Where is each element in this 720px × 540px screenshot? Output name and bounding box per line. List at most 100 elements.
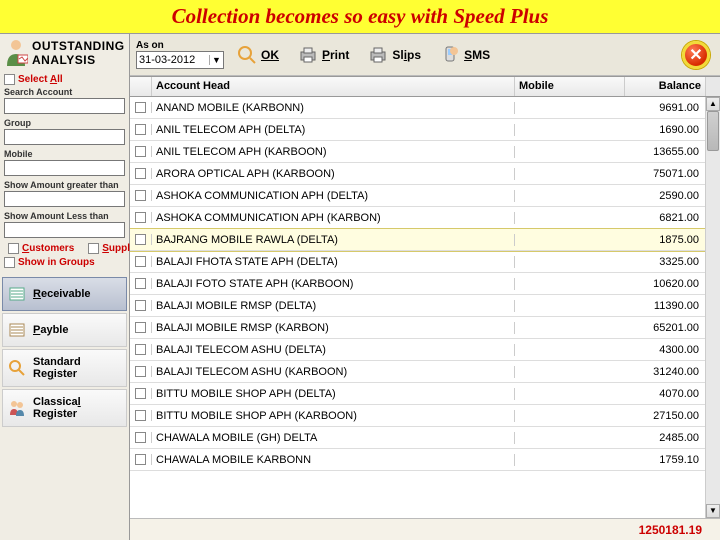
row-check-cell[interactable]	[130, 366, 152, 377]
table-row[interactable]: ASHOKA COMMUNICATION APH (DELTA)2590.00	[130, 185, 705, 207]
group-input[interactable]	[4, 129, 125, 145]
row-account: ASHOKA COMMUNICATION APH (DELTA)	[152, 190, 515, 202]
row-check-cell[interactable]	[130, 124, 152, 135]
nav-receivable[interactable]: Receivable	[2, 277, 127, 311]
table-row[interactable]: BALAJI FOTO STATE APH (KARBOON)10620.00	[130, 273, 705, 295]
banner-title: Collection becomes so easy with Speed Pl…	[172, 4, 549, 28]
select-all-row[interactable]: Select All	[0, 73, 129, 86]
table-row[interactable]: BALAJI MOBILE RMSP (DELTA)11390.00	[130, 295, 705, 317]
row-check-cell[interactable]	[130, 278, 152, 289]
row-checkbox[interactable]	[135, 212, 146, 223]
col-head-balance[interactable]: Balance	[625, 77, 705, 96]
table-row[interactable]: ANAND MOBILE (KARBONN)9691.00	[130, 97, 705, 119]
col-head-mobile[interactable]: Mobile	[515, 77, 625, 96]
table-row[interactable]: BALAJI FHOTA STATE APH (DELTA)3325.00	[130, 251, 705, 273]
row-check-cell[interactable]	[130, 388, 152, 399]
row-check-cell[interactable]	[130, 300, 152, 311]
col-head-account[interactable]: Account Head	[152, 77, 515, 96]
select-all-checkbox[interactable]	[4, 74, 15, 85]
row-balance: 27150.00	[625, 410, 705, 422]
row-checkbox[interactable]	[135, 454, 146, 465]
row-checkbox[interactable]	[135, 388, 146, 399]
row-checkbox[interactable]	[135, 256, 146, 267]
print-button[interactable]: Print	[291, 42, 355, 68]
suppliers-checkbox[interactable]	[88, 243, 99, 254]
table-row[interactable]: ANIL TELECOM APH (KARBOON)13655.00	[130, 141, 705, 163]
row-check-cell[interactable]	[130, 212, 152, 223]
table-row[interactable]: BAJRANG MOBILE RAWLA (DELTA)1875.00	[130, 229, 705, 251]
grid-footer: 1250181.19	[130, 518, 720, 540]
row-account: BALAJI FHOTA STATE APH (DELTA)	[152, 256, 515, 268]
vertical-scrollbar[interactable]: ▲ ▼	[705, 97, 720, 518]
group-block: Group	[0, 117, 129, 148]
search-account-label: Search Account	[4, 87, 125, 97]
row-account: BALAJI TELECOM ASHU (KARBOON)	[152, 366, 515, 378]
content-area: As on ▼ OK Print Slips SMS	[130, 34, 720, 540]
table-row[interactable]: BALAJI MOBILE RMSP (KARBON)65201.00	[130, 317, 705, 339]
ason-field[interactable]: ▼	[136, 51, 224, 69]
ason-dropdown-icon[interactable]: ▼	[209, 55, 223, 65]
ason-input[interactable]	[137, 52, 209, 68]
row-check-cell[interactable]	[130, 256, 152, 267]
scroll-down-icon[interactable]: ▼	[706, 504, 720, 518]
row-checkbox[interactable]	[135, 432, 146, 443]
row-check-cell[interactable]	[130, 146, 152, 157]
table-row[interactable]: ARORA OPTICAL APH (KARBOON)75071.00	[130, 163, 705, 185]
nav-payable[interactable]: Payble	[2, 313, 127, 347]
row-checkbox[interactable]	[135, 300, 146, 311]
row-check-cell[interactable]	[130, 454, 152, 465]
row-check-cell[interactable]	[130, 410, 152, 421]
row-check-cell[interactable]	[130, 102, 152, 113]
amt-gt-input[interactable]	[4, 191, 125, 207]
table-row[interactable]: CHAWALA MOBILE KARBONN1759.10	[130, 449, 705, 471]
row-checkbox[interactable]	[135, 366, 146, 377]
table-row[interactable]: ANIL TELECOM APH (DELTA)1690.00	[130, 119, 705, 141]
row-check-cell[interactable]	[130, 344, 152, 355]
customers-checkbox[interactable]	[8, 243, 19, 254]
table-row[interactable]: BITTU MOBILE SHOP APH (DELTA)4070.00	[130, 383, 705, 405]
nav-classical-register[interactable]: ClassicalRegister	[2, 389, 127, 427]
scroll-up-icon[interactable]: ▲	[706, 97, 720, 111]
slips-button[interactable]: Slips	[361, 42, 427, 68]
row-checkbox[interactable]	[135, 146, 146, 157]
show-groups-row[interactable]: Show in Groups	[0, 256, 129, 269]
row-checkbox[interactable]	[135, 344, 146, 355]
search-register-icon	[7, 358, 27, 378]
table-row[interactable]: BITTU MOBILE SHOP APH (KARBOON)27150.00	[130, 405, 705, 427]
printer-icon	[297, 44, 319, 66]
row-checkbox[interactable]	[135, 102, 146, 113]
row-checkbox[interactable]	[135, 190, 146, 201]
close-button[interactable]: ✕	[682, 41, 710, 69]
nav-standard-register[interactable]: StandardRegister	[2, 349, 127, 387]
row-checkbox[interactable]	[135, 234, 146, 245]
row-check-cell[interactable]	[130, 234, 152, 245]
table-row[interactable]: BALAJI TELECOM ASHU (DELTA)4300.00	[130, 339, 705, 361]
show-groups-checkbox[interactable]	[4, 257, 15, 268]
row-checkbox[interactable]	[135, 410, 146, 421]
table-row[interactable]: BALAJI TELECOM ASHU (KARBOON)31240.00	[130, 361, 705, 383]
sms-button[interactable]: SMS	[433, 42, 496, 68]
row-account: CHAWALA MOBILE (GH) DELTA	[152, 432, 515, 444]
row-check-cell[interactable]	[130, 190, 152, 201]
classical-icon	[7, 398, 27, 418]
row-balance: 11390.00	[625, 300, 705, 312]
print-label: Print	[322, 48, 349, 62]
search-account-input[interactable]	[4, 98, 125, 114]
row-checkbox[interactable]	[135, 168, 146, 179]
customers-check[interactable]: Customers	[4, 242, 78, 255]
row-checkbox[interactable]	[135, 278, 146, 289]
scroll-thumb[interactable]	[707, 111, 719, 151]
row-check-cell[interactable]	[130, 322, 152, 333]
row-check-cell[interactable]	[130, 432, 152, 443]
row-checkbox[interactable]	[135, 322, 146, 333]
row-check-cell[interactable]	[130, 168, 152, 179]
table-row[interactable]: CHAWALA MOBILE (GH) DELTA2485.00	[130, 427, 705, 449]
amt-lt-input[interactable]	[4, 222, 125, 238]
ok-button[interactable]: OK	[230, 42, 285, 68]
row-checkbox[interactable]	[135, 124, 146, 135]
table-row[interactable]: ASHOKA COMMUNICATION APH (KARBON)6821.00	[130, 207, 705, 229]
mobile-block: Mobile	[0, 148, 129, 179]
row-account: ANAND MOBILE (KARBONN)	[152, 102, 515, 114]
mobile-input[interactable]	[4, 160, 125, 176]
col-head-check[interactable]	[130, 77, 152, 96]
